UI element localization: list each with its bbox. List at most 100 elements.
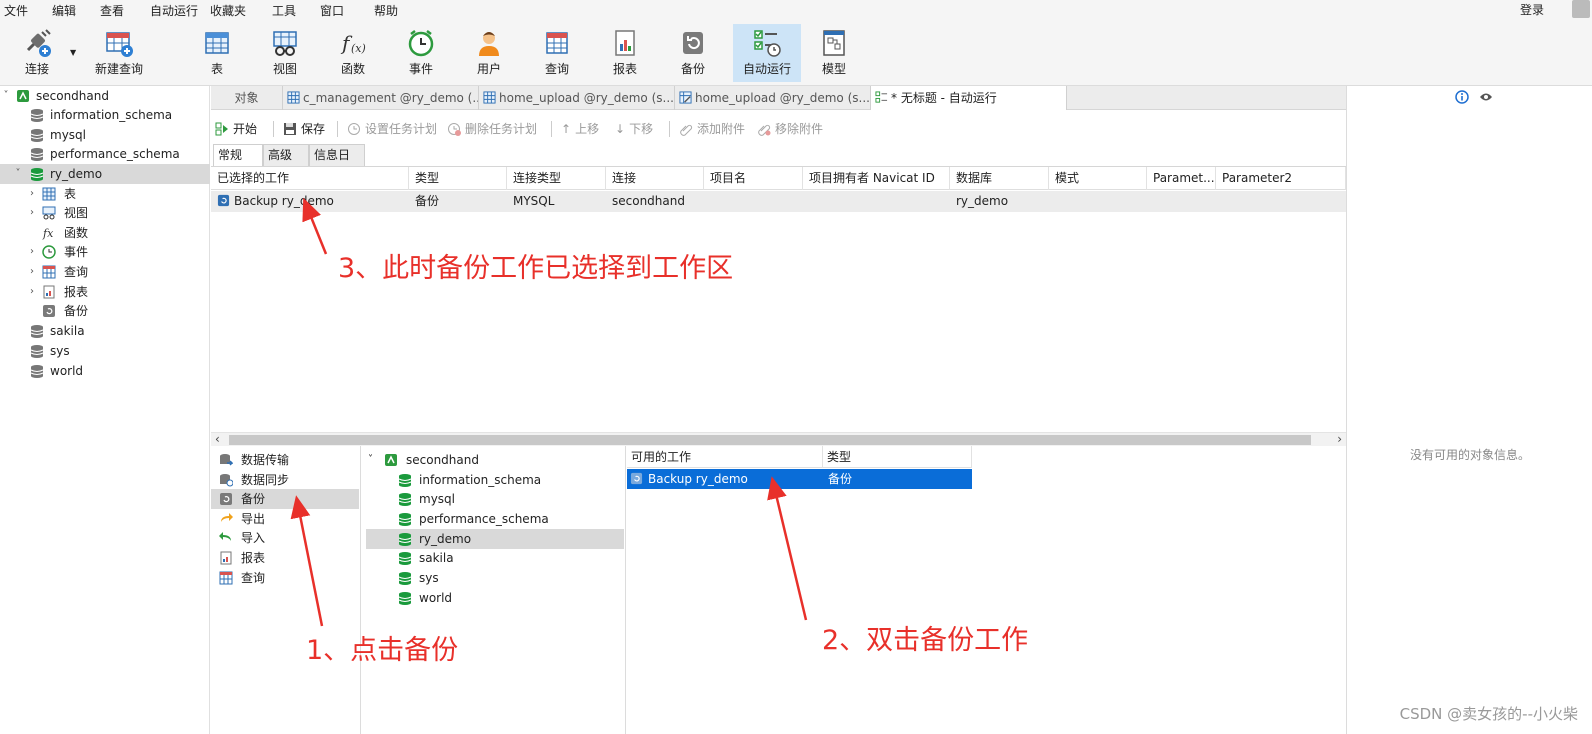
object-db[interactable]: sys [362,568,624,588]
column-header[interactable]: 项目拥有者 Navicat ID [803,167,950,190]
automation-button[interactable]: 自动运行 [733,24,801,82]
chevron-down-icon[interactable]: ˅ [368,450,373,470]
tree-connection[interactable]: ˅ secondhand [0,86,210,106]
column-header[interactable]: Paramet... [1147,167,1216,190]
tree-db-mysql[interactable]: mysql [0,125,210,145]
tab-untitled-automation[interactable]: * 无标题 - 自动运行 [871,86,1067,110]
user-button[interactable]: 用户 [456,24,522,82]
tab-objects[interactable]: 对象 [211,86,283,110]
object-db-selected[interactable]: ry_demo [366,529,624,549]
view-button[interactable]: 视图 [252,24,318,82]
new-query-button[interactable]: 新建查询 [80,24,158,82]
scroll-right-icon[interactable]: › [1337,432,1342,446]
tab-c-management[interactable]: c_management @ry_demo (... [283,86,479,110]
menu-help[interactable]: 帮助 [374,2,398,19]
avatar[interactable] [1572,0,1590,18]
column-header[interactable]: 已选择的工作 [211,167,409,190]
event-button[interactable]: 事件 [388,24,454,82]
menu-favorites[interactable]: 收藏夹 [210,2,246,19]
tree-db-performance-schema[interactable]: performance_schema [0,144,210,164]
tab-general[interactable]: 常规 [213,144,263,166]
caret-down-icon[interactable]: ▼ [70,48,76,57]
chevron-right-icon[interactable]: › [26,184,38,204]
database-cell: ry_demo [956,194,1009,208]
object-connection[interactable]: ˅ secondhand [362,450,624,470]
move-down-button[interactable]: ↓ 下移 [615,119,653,139]
report-button[interactable]: 报表 [592,24,658,82]
category-report[interactable]: 报表 [211,548,359,568]
scrollbar-thumb[interactable] [229,435,1311,445]
column-header[interactable]: 连接类型 [507,167,606,190]
delete-schedule-label: 删除任务计划 [465,122,538,136]
tree-db-sakila[interactable]: sakila [0,321,210,341]
table-button[interactable]: 表 [184,24,250,82]
tab-message-log[interactable]: 信息日志 [309,144,365,183]
menu-file[interactable]: 文件 [4,2,28,19]
query-button[interactable]: 查询 [524,24,590,82]
chevron-right-icon[interactable]: › [26,203,38,223]
column-header[interactable]: 类型 [823,446,972,468]
tree-node-functions[interactable]: fx 函数 [0,223,210,243]
chevron-right-icon[interactable]: › [26,242,38,262]
chevron-down-icon[interactable]: ˅ [12,164,24,184]
tab-advanced[interactable]: 高级 [263,144,309,166]
tree-node-queries[interactable]: › 查询 [0,262,210,282]
save-button[interactable]: 保存 [283,119,325,139]
horizontal-scrollbar[interactable]: ‹ › [211,432,1346,446]
column-header[interactable]: 可用的工作 [627,446,823,468]
chevron-down-icon[interactable]: ˅ [0,86,12,106]
object-db[interactable]: information_schema [362,470,624,490]
category-data-transfer[interactable]: 数据传输 [211,450,359,470]
menu-view[interactable]: 查看 [100,2,124,19]
category-data-sync[interactable]: 数据同步 [211,470,359,490]
delete-schedule-button[interactable]: 删除任务计划 [447,119,537,139]
column-header[interactable]: 连接 [606,167,704,190]
category-import[interactable]: 导入 [211,528,359,548]
scroll-left-icon[interactable]: ‹ [215,432,220,446]
category-query[interactable]: 查询 [211,568,359,588]
add-attachment-button[interactable]: 添加附件 [679,119,745,139]
menu-automation[interactable]: 自动运行 [150,2,198,19]
tree-db-sys[interactable]: sys [0,341,210,361]
menu-window[interactable]: 窗口 [320,2,344,19]
category-backup[interactable]: 备份 [211,489,359,509]
chevron-right-icon[interactable]: › [26,282,38,302]
column-header[interactable]: 数据库 [950,167,1049,190]
tree-db-ry-demo[interactable]: ˅ ry_demo [0,164,210,184]
view-icon [42,206,56,220]
tree-db-information-schema[interactable]: information_schema [0,105,210,125]
object-db[interactable]: world [362,588,624,608]
connect-button[interactable]: 连接 [4,24,70,82]
tree-node-views[interactable]: › 视图 [0,203,210,223]
column-header[interactable]: 项目名 [704,167,803,190]
object-db[interactable]: performance_schema [362,509,624,529]
function-button[interactable]: f (x) 函数 [320,24,386,82]
tree-db-world[interactable]: world [0,361,210,381]
object-db[interactable]: sakila [362,548,624,568]
tab-home-upload-1[interactable]: home_upload @ry_demo (s... [479,86,675,110]
remove-attachment-button[interactable]: 移除附件 [757,119,823,139]
tree-node-backups[interactable]: 备份 [0,301,210,321]
column-header[interactable]: Parameter2 [1216,167,1346,190]
eye-icon[interactable] [1479,91,1493,103]
table-row[interactable]: Backup ry_demo 备份 MYSQL secondhand ry_de… [211,191,1346,212]
backup-button[interactable]: 备份 [660,24,726,82]
tab-home-upload-2[interactable]: home_upload @ry_demo (s... [675,86,871,110]
model-button[interactable]: 模型 [801,24,867,82]
tree-node-reports[interactable]: › 报表 [0,282,210,302]
info-icon[interactable] [1455,90,1469,104]
tree-node-tables[interactable]: › 表 [0,184,210,204]
menu-edit[interactable]: 编辑 [52,2,76,19]
column-header[interactable]: 模式 [1049,167,1147,190]
chevron-right-icon[interactable]: › [26,262,38,282]
login-link[interactable]: 登录 [1520,1,1544,18]
column-header[interactable]: 类型 [409,167,507,190]
menu-tools[interactable]: 工具 [272,2,296,19]
list-item[interactable]: Backup ry_demo 备份 [627,469,972,489]
object-db[interactable]: mysql [362,489,624,509]
start-button[interactable]: 开始 [215,119,257,139]
move-up-button[interactable]: ↑ 上移 [561,119,599,139]
set-schedule-button[interactable]: 设置任务计划 [347,119,437,139]
category-export[interactable]: 导出 [211,509,359,529]
tree-node-events[interactable]: › 事件 [0,242,210,262]
